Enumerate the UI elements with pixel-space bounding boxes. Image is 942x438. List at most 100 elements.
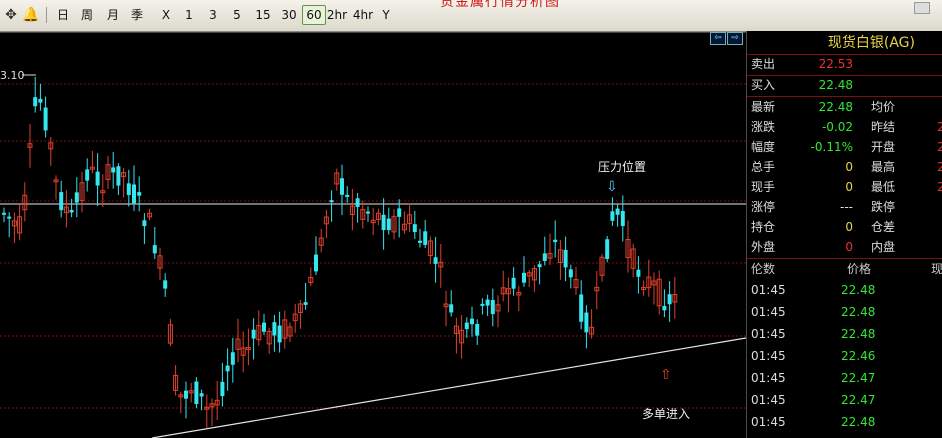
candle-body — [366, 211, 370, 214]
candle-body — [433, 257, 438, 264]
candle-body — [184, 390, 188, 399]
tick-time: 01:45 — [751, 283, 786, 297]
sell-label: 卖出 — [751, 57, 776, 71]
scroll-right-icon[interactable]: ⇨ — [727, 32, 743, 45]
tick-row: 01:45 22.46 — [747, 345, 942, 367]
tick-price: 22.48 — [841, 327, 876, 341]
quote-label: 最新 — [751, 100, 776, 114]
candle-body — [620, 211, 625, 226]
period-2hr[interactable]: 2hr — [326, 6, 348, 24]
candle-body — [340, 178, 344, 195]
period-4hr[interactable]: 4hr — [352, 6, 374, 24]
period-Y[interactable]: Y — [380, 6, 392, 24]
minimize-button[interactable] — [914, 2, 930, 14]
candle-body — [667, 294, 672, 305]
candle-body — [615, 208, 620, 215]
quote-value: 0 — [845, 220, 853, 234]
period-5[interactable]: 5 — [232, 6, 242, 24]
candle-body — [142, 220, 147, 227]
candle-body — [95, 171, 100, 186]
candle-body — [381, 214, 386, 231]
candle-body — [272, 322, 277, 336]
quote-label: 涨停 — [751, 200, 776, 214]
candle-body — [116, 166, 121, 186]
down-arrow-icon: ⇩ — [606, 179, 618, 195]
tick-price: 22.48 — [841, 415, 876, 429]
candle-body — [163, 280, 168, 289]
buy-label: 买入 — [751, 78, 776, 92]
candle-body — [568, 269, 573, 278]
quote-row: 涨停 --- 跌停 — [747, 197, 942, 218]
candle-body — [69, 210, 74, 213]
candle-body — [345, 194, 350, 197]
sell-value: 22.53 — [818, 57, 853, 71]
candle-body — [85, 169, 90, 181]
quote-label: 外盘 — [751, 240, 776, 254]
tick-row: 01:45 22.47 — [747, 389, 942, 411]
kline-chart[interactable]: 3.10 压力位置 ⇩ ⇧ 多单进入 ⇦ ⇨ — [0, 31, 746, 438]
candle-body — [199, 393, 204, 397]
candle-body — [7, 216, 12, 219]
candle-body — [59, 192, 64, 211]
toolbar: ✥ 🔔 日周月季 X 1 3 5 15 30 60 2hr 4hr Y 贵金属行情分析图 — [0, 0, 942, 32]
tick-time: 01:45 — [751, 305, 786, 319]
tick-price: 22.48 — [841, 283, 876, 297]
candle-body — [423, 231, 428, 245]
period-30[interactable]: 30 — [280, 6, 298, 24]
period-1[interactable]: 1 — [184, 6, 194, 24]
quote-label-2: 昨结 — [871, 120, 896, 134]
candle-body — [126, 183, 131, 196]
period-日[interactable]: 日 — [56, 6, 70, 24]
scroll-left-icon[interactable]: ⇦ — [710, 32, 726, 45]
period-60[interactable]: 60 — [302, 5, 326, 25]
candle-body — [412, 224, 417, 233]
tick-time: 01:45 — [751, 415, 786, 429]
candle-body — [329, 200, 334, 203]
candle-body — [230, 352, 235, 365]
instrument-title: 现货白银(AG) — [747, 31, 942, 55]
candle-body — [355, 198, 360, 207]
quote-label-2: 仓差 — [871, 220, 896, 234]
alarm-bell-icon[interactable]: 🔔 — [22, 6, 40, 24]
ticks-header-price: 价格 — [847, 262, 872, 276]
period-15[interactable]: 15 — [254, 6, 272, 24]
candle-body — [490, 299, 495, 315]
quote-row: 现手 0 最低 2 — [747, 177, 942, 198]
quote-value-2: 2 — [937, 140, 942, 154]
candle-body — [194, 381, 199, 405]
quote-value: -0.11% — [810, 140, 853, 154]
candle-body — [303, 302, 308, 305]
candle-body — [563, 249, 568, 268]
quote-row: 涨跌 -0.02 昨结 2 — [747, 117, 942, 138]
candle-body — [636, 269, 641, 277]
candle-body — [662, 306, 667, 311]
buy-row: 买入 22.48 — [747, 75, 942, 96]
chart-canvas — [0, 31, 746, 438]
quote-row: 最新 22.48 均价 — [747, 97, 942, 118]
period-月[interactable]: 月 — [106, 6, 120, 24]
candle-body — [225, 365, 230, 372]
quote-value: -0.02 — [821, 120, 853, 134]
pan-icon[interactable]: ✥ — [2, 6, 20, 24]
candle-body — [470, 318, 474, 325]
period-周[interactable]: 周 — [80, 6, 94, 24]
candle-body — [480, 303, 485, 306]
quote-label: 现手 — [751, 180, 776, 194]
quote-value: 0 — [845, 240, 853, 254]
tick-time: 01:45 — [751, 327, 786, 341]
period-3[interactable]: 3 — [208, 6, 218, 24]
up-arrow-icon: ⇧ — [660, 367, 672, 383]
tick-time: 01:45 — [751, 371, 786, 385]
candle-body — [610, 211, 615, 221]
ticks-header-time: 伦数 — [751, 262, 776, 276]
candle-body — [522, 272, 526, 283]
candle-body — [418, 240, 422, 243]
candle-body — [537, 264, 542, 268]
period-季[interactable]: 季 — [130, 6, 144, 24]
page-title: 贵金属行情分析图 — [440, 0, 560, 10]
period-X[interactable]: X — [160, 6, 172, 24]
tick-price: 22.47 — [841, 371, 876, 385]
quote-label-2: 最高 — [871, 160, 896, 174]
candle-body — [220, 381, 225, 397]
candle-body — [464, 322, 469, 330]
